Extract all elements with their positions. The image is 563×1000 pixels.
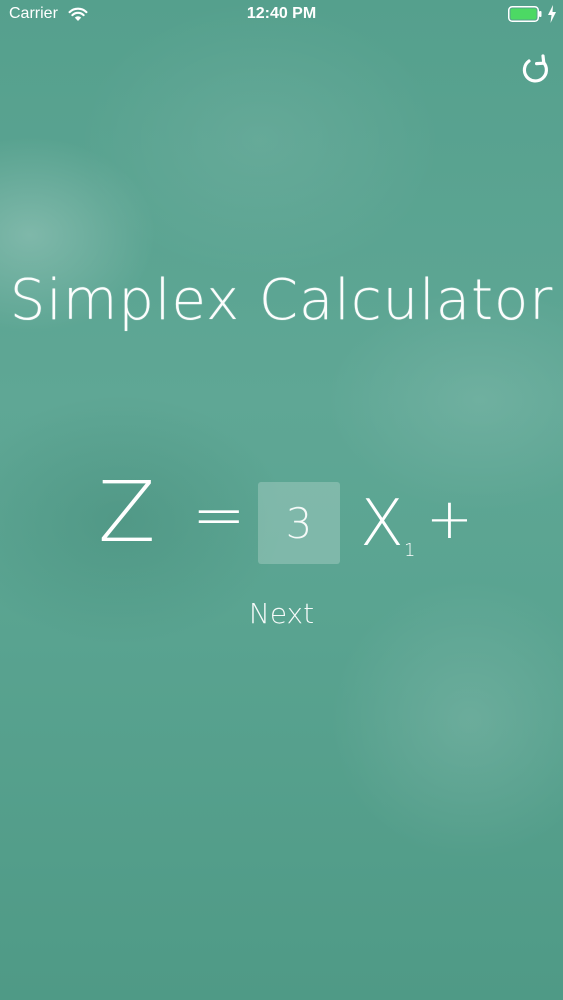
equation-variable-subscript: 1 [404, 540, 416, 561]
equation-equals-sign: = [192, 479, 246, 553]
status-time: 12:40 PM [246, 5, 317, 22]
reset-icon [522, 54, 548, 83]
next-button[interactable]: Next [0, 597, 563, 630]
objective-equation: Z = 3 X 1 + [0, 470, 563, 580]
charging-bolt-icon [548, 5, 556, 23]
reset-button[interactable] [518, 52, 554, 88]
status-bar: Carrier 12:40 PM [0, 0, 563, 30]
equation-variable: X [360, 487, 404, 561]
coefficient-input[interactable]: 3 [258, 482, 340, 564]
equation-lhs: Z [98, 463, 156, 561]
page-title: Simplex Calculator [9, 268, 554, 333]
equation-plus-sign: + [426, 487, 473, 552]
battery-icon [508, 6, 542, 22]
